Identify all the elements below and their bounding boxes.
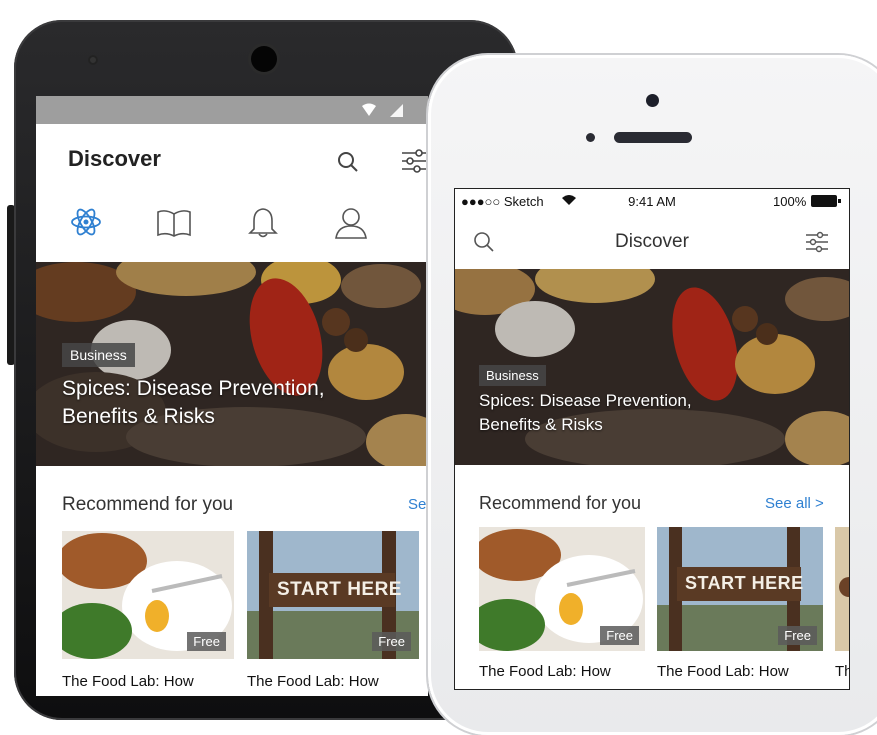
hero-title-line2: Benefits & Risks — [62, 405, 215, 428]
android-status-bar — [36, 96, 428, 124]
battery-icon — [811, 195, 841, 207]
recommend-card[interactable]: START HERE Free — [247, 531, 419, 659]
hero-title: Spices: Disease Prevention, Benefits & R… — [479, 389, 692, 437]
android-screen: Discover Business Spices: Disease Preven — [36, 96, 428, 696]
page-title: Discover — [615, 231, 689, 252]
free-tag: Free — [372, 632, 411, 651]
category-badge: Business — [479, 365, 546, 386]
recommend-card[interactable]: START HERE Free — [657, 527, 823, 651]
iphone-sensor — [586, 133, 595, 142]
see-all-label: See all — [765, 495, 811, 512]
wifi-icon — [362, 103, 376, 116]
recommend-card[interactable]: Free — [479, 527, 645, 651]
recommend-card[interactable] — [835, 527, 849, 651]
page-title: Discover — [68, 146, 161, 171]
see-all-link[interactable]: See all > — [765, 495, 824, 512]
card-title[interactable]: The Food Lab: How — [247, 673, 379, 690]
android-front-camera — [251, 46, 277, 72]
user-icon[interactable] — [334, 206, 368, 240]
search-icon[interactable] — [336, 150, 360, 174]
sign-text: START HERE — [685, 573, 804, 593]
section-title: Recommend for you — [479, 493, 642, 513]
android-sensor — [88, 55, 98, 65]
card-title[interactable]: The Food Lab: How — [657, 663, 789, 680]
filter-sliders-icon[interactable] — [401, 148, 428, 174]
sign-text: START HERE — [277, 579, 402, 600]
signal-icon — [390, 104, 403, 117]
card-title[interactable]: The Food Lab: How — [479, 663, 611, 680]
card-image — [835, 527, 849, 651]
free-tag: Free — [778, 626, 817, 645]
chevron-right-icon: > — [815, 495, 824, 512]
bell-icon[interactable] — [248, 206, 278, 240]
ios-nav-bar: Discover — [455, 215, 849, 267]
iphone-front-camera — [646, 94, 659, 107]
free-tag: Free — [187, 632, 226, 651]
featured-article-hero[interactable]: Business Spices: Disease Prevention, Ben… — [455, 269, 849, 465]
recommend-card[interactable]: Free — [62, 531, 234, 659]
atom-icon[interactable] — [70, 206, 102, 238]
hero-title-line2: Benefits & Risks — [479, 415, 603, 434]
hero-title: Spices: Disease Prevention, Benefits & R… — [62, 375, 325, 431]
card-title[interactable]: The Food Lab: How — [62, 673, 194, 690]
see-all-link[interactable]: See all — [408, 496, 428, 513]
iphone-speaker — [614, 132, 692, 143]
book-icon[interactable] — [156, 208, 192, 238]
card-title[interactable]: Th — [835, 663, 849, 680]
ios-status-bar: ●●●○○ Sketch 9:41 AM 100% — [455, 189, 849, 213]
tab-bar — [36, 206, 428, 246]
featured-article-hero[interactable]: Business Spices: Disease Prevention, Ben… — [36, 262, 428, 466]
hero-title-line1: Spices: Disease Prevention, — [62, 377, 325, 400]
iphone-screen: ●●●○○ Sketch 9:41 AM 100% Discover Busin… — [454, 188, 850, 690]
battery-percent: 100% — [773, 194, 807, 209]
category-badge: Business — [62, 343, 135, 367]
hero-title-line1: Spices: Disease Prevention, — [479, 391, 692, 410]
section-title: Recommend for you — [62, 494, 234, 515]
free-tag: Free — [600, 626, 639, 645]
filter-sliders-icon[interactable] — [805, 230, 829, 254]
